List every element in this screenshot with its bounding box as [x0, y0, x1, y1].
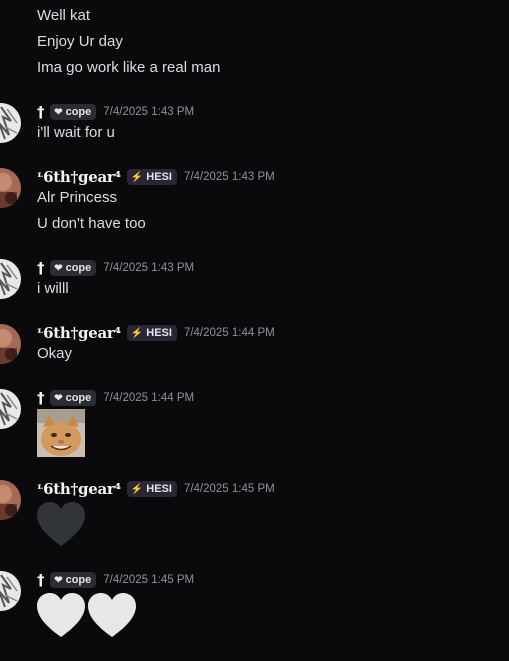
message-header: † ❤ cope 7/4/2025 1:45 PM — [37, 571, 194, 589]
avatar-6th-gear[interactable] — [0, 168, 21, 208]
timestamp: 7/4/2025 1:43 PM — [103, 262, 195, 274]
server-tag[interactable]: ❤ cope — [50, 104, 97, 120]
message-text: Enjoy Ur day — [37, 33, 123, 50]
server-tag[interactable]: ⚡ HESI — [126, 169, 177, 185]
username[interactable]: † — [37, 259, 45, 277]
server-tag-label: cope — [65, 392, 92, 404]
message-text: Ima go work like a real man — [37, 59, 221, 76]
message-text: i willl — [37, 280, 69, 297]
timestamp: 7/4/2025 1:43 PM — [183, 171, 275, 183]
heart-icon: ❤ — [54, 262, 63, 274]
message-header: † ❤ cope 7/4/2025 1:43 PM — [37, 103, 194, 121]
server-tag-label: cope — [65, 106, 92, 118]
message-text: Alr Princess — [37, 189, 118, 206]
lightning-icon: ⚡ — [130, 483, 144, 495]
message-header: ᶫ6th†gear⁴ ⚡ HESI 7/4/2025 1:44 PM — [37, 324, 275, 342]
username[interactable]: † — [37, 389, 45, 407]
server-tag-label: HESI — [146, 171, 172, 183]
white-heart-emoji[interactable] — [87, 593, 137, 639]
server-tag[interactable]: ⚡ HESI — [126, 325, 177, 341]
username[interactable]: ᶫ6th†gear⁴ — [37, 324, 121, 342]
server-tag-label: HESI — [146, 327, 172, 339]
lightning-icon: ⚡ — [130, 171, 144, 183]
server-tag[interactable]: ❤ cope — [50, 390, 97, 406]
username[interactable]: † — [37, 571, 45, 589]
timestamp: 7/4/2025 1:45 PM — [103, 574, 195, 586]
smiling-cat-sticker[interactable] — [37, 409, 85, 457]
timestamp: 7/4/2025 1:44 PM — [103, 392, 195, 404]
heart-icon: ❤ — [54, 106, 63, 118]
message-text: Well kat — [37, 7, 91, 24]
username[interactable]: ᶫ6th†gear⁴ — [37, 480, 121, 498]
server-tag-label: cope — [65, 262, 92, 274]
avatar-cross[interactable] — [0, 259, 21, 299]
server-tag[interactable]: ❤ cope — [50, 260, 97, 276]
timestamp: 7/4/2025 1:45 PM — [183, 483, 275, 495]
avatar-6th-gear[interactable] — [0, 480, 21, 520]
heart-icon: ❤ — [54, 574, 63, 586]
avatar-cross[interactable] — [0, 389, 21, 429]
message-text: Okay — [37, 345, 73, 362]
chat-log: Well kat Enjoy Ur day Ima go work like a… — [0, 0, 509, 661]
message-text: i'll wait for u — [37, 124, 115, 141]
black-heart-emoji[interactable] — [36, 502, 86, 548]
username[interactable]: ᶫ6th†gear⁴ — [37, 168, 121, 186]
message-header: ᶫ6th†gear⁴ ⚡ HESI 7/4/2025 1:43 PM — [37, 168, 275, 186]
server-tag[interactable]: ⚡ HESI — [126, 481, 177, 497]
message-header: ᶫ6th†gear⁴ ⚡ HESI 7/4/2025 1:45 PM — [37, 480, 275, 498]
server-tag-label: cope — [65, 574, 92, 586]
timestamp: 7/4/2025 1:44 PM — [183, 327, 275, 339]
username[interactable]: † — [37, 103, 45, 121]
message-header: † ❤ cope 7/4/2025 1:44 PM — [37, 389, 194, 407]
lightning-icon: ⚡ — [130, 327, 144, 339]
server-tag-label: HESI — [146, 483, 172, 495]
avatar-6th-gear[interactable] — [0, 324, 21, 364]
message-header: † ❤ cope 7/4/2025 1:43 PM — [37, 259, 194, 277]
heart-icon: ❤ — [54, 392, 63, 404]
server-tag[interactable]: ❤ cope — [50, 572, 97, 588]
timestamp: 7/4/2025 1:43 PM — [103, 106, 195, 118]
avatar-cross[interactable] — [0, 571, 21, 611]
white-heart-emoji[interactable] — [36, 593, 86, 639]
avatar-cross[interactable] — [0, 103, 21, 143]
message-text: U don't have too — [37, 215, 146, 232]
